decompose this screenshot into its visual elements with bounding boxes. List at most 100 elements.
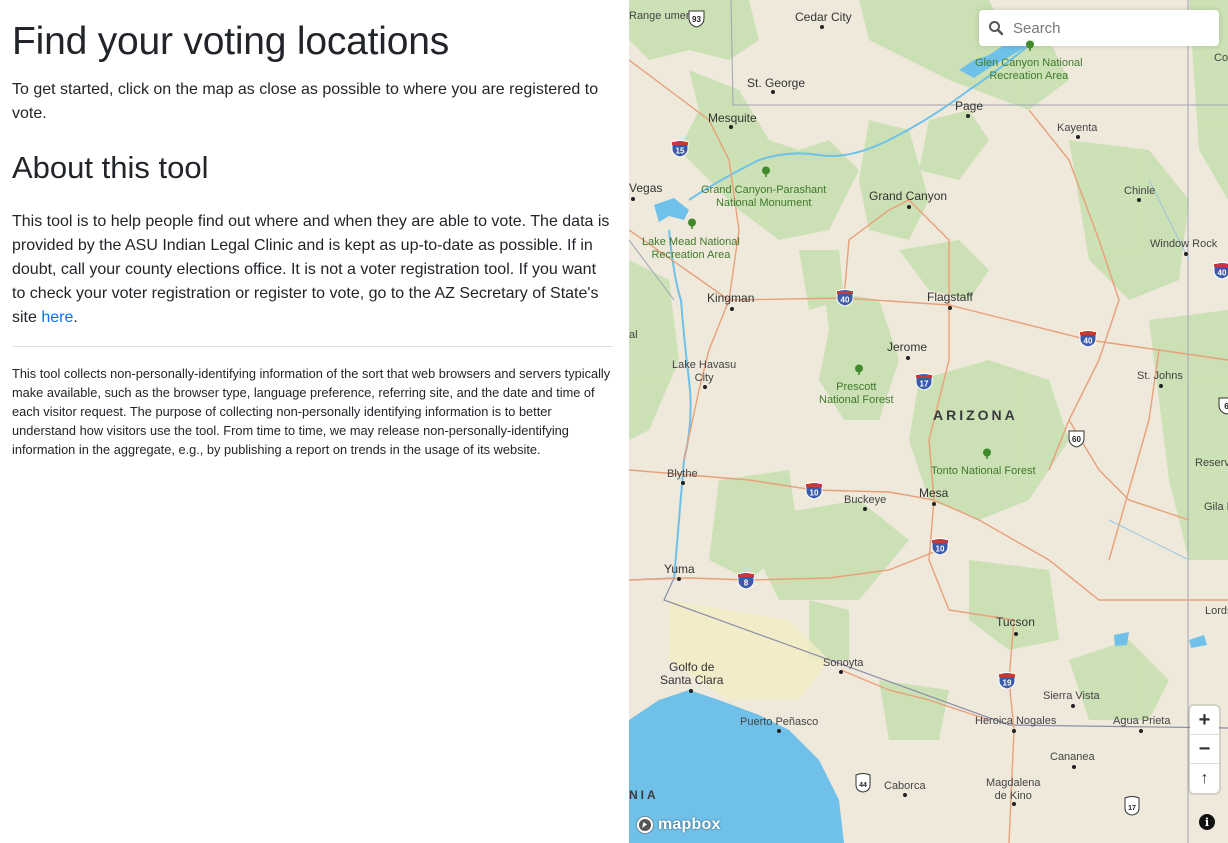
- shield-number: 10: [810, 489, 819, 498]
- park-label: Lake Mead National Recreation Area: [642, 236, 740, 261]
- zoom-in-button[interactable]: +: [1190, 706, 1219, 735]
- map-label: Lordsb: [1205, 605, 1228, 617]
- city-dot: [1012, 729, 1016, 733]
- city-dot: [1014, 632, 1018, 636]
- page-title: Find your voting locations: [12, 20, 450, 63]
- map-label: Gila Na: [1204, 501, 1228, 513]
- city-dot: [903, 793, 907, 797]
- city-dot: [906, 356, 910, 360]
- interstate-shield: 10: [931, 538, 949, 556]
- park-tree-icon: [855, 364, 863, 375]
- reset-north-button[interactable]: ↑: [1190, 764, 1219, 793]
- map-label: Mesquite: [708, 111, 757, 125]
- park-label: Prescott National Forest: [819, 381, 894, 406]
- map-label: Kingman: [707, 291, 755, 305]
- city-dot: [948, 306, 952, 310]
- park-label: Grand Canyon-Parashant National Monument: [701, 184, 827, 209]
- shield-number: 40: [1218, 269, 1227, 278]
- map-label: Buckeye: [844, 494, 887, 506]
- map-label: Vegas: [629, 181, 663, 195]
- map-label: Sierra Vista: [1043, 690, 1100, 702]
- interstate-shield: 8: [737, 572, 755, 590]
- map-search[interactable]: [979, 10, 1219, 46]
- map-label: Blythe: [667, 468, 698, 480]
- map-label: Tucson: [996, 615, 1035, 629]
- shield-number: 19: [1003, 679, 1012, 688]
- us-route-shield: 6: [1218, 397, 1228, 415]
- interstate-shield: 15: [671, 140, 689, 158]
- shield-number: 40: [1084, 337, 1093, 346]
- city-dot: [777, 729, 781, 733]
- map-label: Magdalena de Kino: [986, 777, 1041, 802]
- city-dot: [677, 577, 681, 581]
- us-route-shield: 60: [1068, 430, 1085, 448]
- map-label: Sonoyta: [823, 657, 864, 669]
- map-label: Puerto Peñasco: [740, 716, 819, 728]
- interstate-shield: 40: [836, 289, 854, 307]
- city-dot: [1139, 729, 1143, 733]
- park-tree-icon: [688, 218, 696, 229]
- city-dot: [1137, 198, 1141, 202]
- park-tree-icon: [983, 448, 991, 459]
- map-canvas[interactable]: Range ument Cedar City St. George Page M…: [629, 0, 1228, 843]
- map-label: Window Rock: [1150, 238, 1218, 250]
- shield-number: 17: [920, 380, 929, 389]
- city-dot: [729, 125, 733, 129]
- map-label: Jerome: [887, 340, 928, 354]
- mapbox-logo-icon: [636, 816, 654, 834]
- city-dot: [703, 385, 707, 389]
- park-tree-icon: [762, 166, 770, 177]
- city-dot: [1012, 802, 1016, 806]
- interstate-shield: 17: [915, 373, 933, 391]
- city-dot: [689, 689, 693, 693]
- search-input[interactable]: [1013, 13, 1203, 43]
- map-label: Flagstaff: [927, 290, 973, 304]
- intro-text: To get started, click on the map as clos…: [12, 80, 599, 122]
- map-label: Cananea: [1050, 751, 1095, 763]
- interstate-shield: 40: [1079, 330, 1097, 348]
- shield-number: 6: [1224, 402, 1228, 411]
- attribution-button[interactable]: i: [1199, 814, 1215, 830]
- mapbox-logo-text: mapbox: [658, 816, 721, 833]
- divider: [12, 345, 613, 347]
- search-icon: [979, 10, 1013, 46]
- shield-number: 60: [1072, 435, 1081, 444]
- park-label: Glen Canyon National Recreation Area: [975, 57, 1083, 82]
- region-label: NIA: [629, 788, 659, 802]
- mapbox-logo[interactable]: mapbox: [635, 815, 721, 835]
- shield-number: 44: [859, 782, 867, 789]
- map-label: al: [629, 329, 638, 341]
- city-dot: [863, 507, 867, 511]
- mx-route-shield: 44: [855, 773, 871, 793]
- city-dot: [771, 90, 775, 94]
- city-dot: [1076, 135, 1080, 139]
- map-label: Yuma: [664, 562, 695, 576]
- city-dot: [932, 502, 936, 506]
- map-label: Co: [1214, 52, 1228, 64]
- map-label: Page: [955, 99, 984, 113]
- about-text: This tool is to help people find out whe…: [12, 210, 613, 330]
- city-dot: [820, 25, 824, 29]
- city-dot: [1159, 384, 1163, 388]
- map-label: Reserv: [1195, 457, 1228, 469]
- park-label: Tonto National Forest: [931, 465, 1036, 477]
- map-label: St. George: [747, 76, 806, 90]
- city-dot: [681, 481, 685, 485]
- shield-number: 93: [692, 15, 701, 24]
- city-dot: [907, 205, 911, 209]
- zoom-out-button[interactable]: −: [1190, 735, 1219, 764]
- about-text-end: .: [73, 308, 78, 326]
- map-label: St. Johns: [1137, 370, 1183, 382]
- map-label: Lake Havasu City: [672, 359, 737, 384]
- shield-number: 8: [744, 579, 749, 588]
- map-label: Range ument: [629, 10, 696, 22]
- city-dot: [1072, 765, 1076, 769]
- city-dot: [631, 197, 635, 201]
- secretary-of-state-link[interactable]: here: [41, 309, 73, 326]
- privacy-notice: This tool collects non-personally-identi…: [12, 365, 611, 457]
- map-label: Cedar City: [795, 10, 852, 24]
- shield-number: 10: [936, 545, 945, 554]
- city-dot: [1071, 704, 1075, 708]
- shield-number: 15: [676, 147, 685, 156]
- city-dot: [1184, 252, 1188, 256]
